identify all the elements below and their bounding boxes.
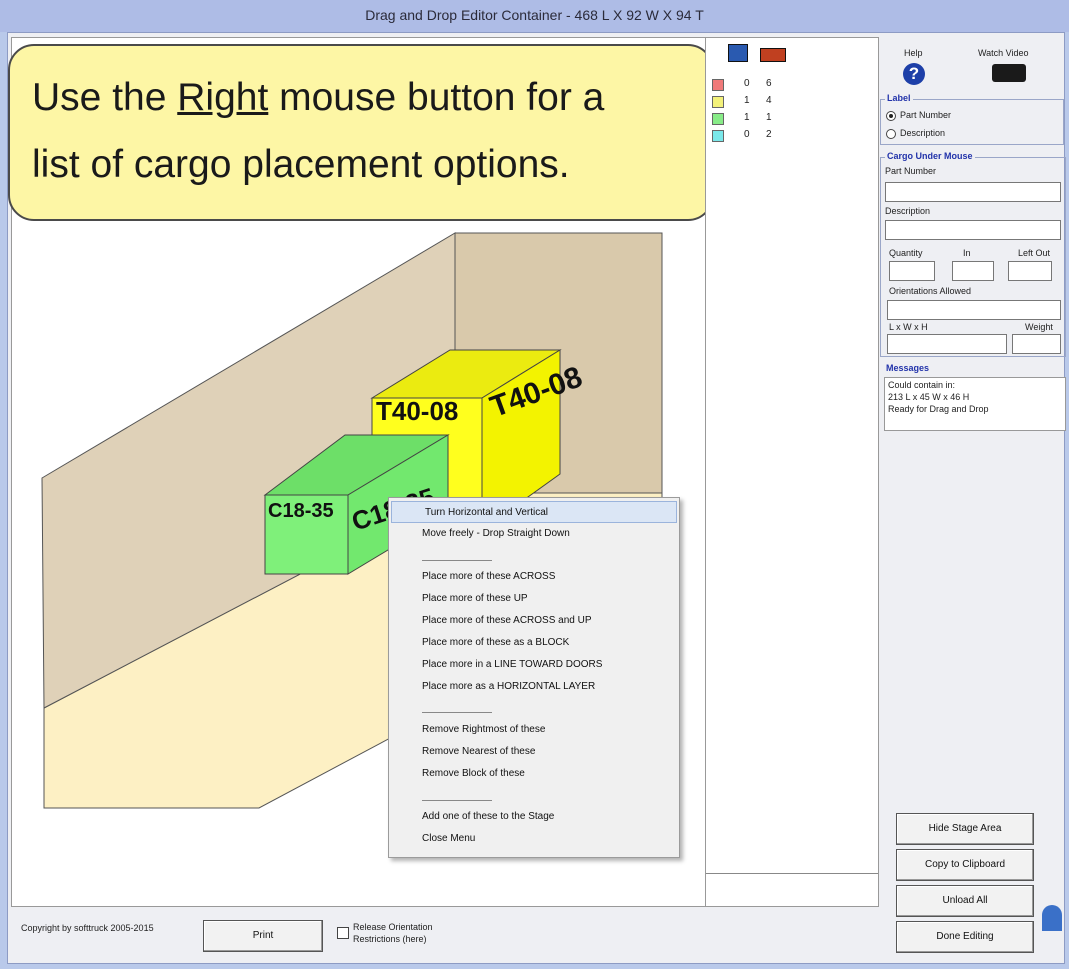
undo-arrow-icon[interactable] bbox=[1042, 905, 1062, 931]
menu-item-close[interactable]: Close Menu bbox=[389, 828, 679, 850]
weight-field[interactable] bbox=[1012, 334, 1061, 354]
list-col-b: 6 bbox=[766, 78, 772, 89]
callout-text: mouse button for a bbox=[268, 76, 605, 119]
menu-item-line-doors[interactable]: Place more in a LINE TOWARD DOORS bbox=[389, 654, 679, 676]
color-swatch bbox=[712, 113, 724, 125]
list-col-a: 1 bbox=[744, 112, 750, 123]
menu-item-add-stage[interactable]: Add one of these to the Stage bbox=[389, 806, 679, 828]
list-col-b: 2 bbox=[766, 129, 772, 140]
message-line: 213 L x 45 W x 46 H bbox=[888, 392, 970, 402]
unload-all-button[interactable]: Unload All bbox=[896, 885, 1034, 917]
menu-item-up[interactable]: Place more of these UP bbox=[389, 588, 679, 610]
messages-box: Could contain in: 213 L x 45 W x 46 H Re… bbox=[884, 377, 1066, 431]
video-camera-icon[interactable] bbox=[992, 64, 1026, 82]
orientations-label: Orientations Allowed bbox=[889, 286, 972, 296]
copy-to-clipboard-button[interactable]: Copy to Clipboard bbox=[896, 849, 1034, 881]
menu-item-block[interactable]: Place more of these as a BLOCK bbox=[389, 632, 679, 654]
menu-item-across[interactable]: Place more of these ACROSS bbox=[389, 566, 679, 588]
in-field[interactable] bbox=[952, 261, 994, 281]
menu-item-move-freely[interactable]: Move freely - Drop Straight Down bbox=[389, 523, 679, 545]
menu-item-remove-block[interactable]: Remove Block of these bbox=[389, 763, 679, 785]
messages-title: Messages bbox=[886, 363, 930, 373]
color-swatch bbox=[712, 130, 724, 142]
bottom-bar: Copyright by softtruck 2005-2015 Print R… bbox=[11, 907, 877, 959]
left-out-label: Left Out bbox=[1018, 248, 1051, 258]
list-col-a: 1 bbox=[744, 95, 750, 106]
message-line: Ready for Drag and Drop bbox=[888, 404, 989, 414]
label-group: Label Part Number Description bbox=[880, 93, 1064, 145]
description-label: Description bbox=[885, 206, 931, 216]
list-header bbox=[728, 44, 788, 64]
release-orientation-label-1: Release Orientation bbox=[353, 922, 433, 932]
left-out-field[interactable] bbox=[1008, 261, 1052, 281]
hide-stage-area-button[interactable]: Hide Stage Area bbox=[896, 813, 1034, 845]
menu-item-turn[interactable]: Turn Horizontal and Vertical bbox=[391, 501, 677, 523]
list-col-b: 1 bbox=[766, 112, 772, 123]
list-item[interactable]: 02 bbox=[712, 127, 872, 145]
instruction-callout: Use the Right mouse button for a list of… bbox=[8, 44, 714, 221]
release-orientation-label-2: Restrictions (here) bbox=[353, 934, 427, 944]
list-divider bbox=[706, 873, 878, 874]
lwh-label: L x W x H bbox=[889, 322, 928, 332]
radio-description-label: Description bbox=[900, 128, 946, 138]
copyright-text: Copyright by softtruck 2005-2015 bbox=[21, 923, 154, 933]
release-orientation-checkbox[interactable] bbox=[337, 927, 349, 939]
color-swatch bbox=[712, 96, 724, 108]
callout-text: Use the bbox=[32, 76, 178, 119]
part-number-field[interactable] bbox=[885, 182, 1061, 202]
cargo-stack-icon[interactable] bbox=[728, 44, 748, 62]
help-icon[interactable]: ? bbox=[903, 63, 925, 85]
list-col-a: 0 bbox=[744, 78, 750, 89]
cargo-under-mouse-group: Cargo Under Mouse Part Number Descriptio… bbox=[880, 151, 1066, 357]
in-label: In bbox=[963, 248, 971, 258]
window-title: Drag and Drop Editor Container - 468 L X… bbox=[0, 0, 1069, 32]
menu-item-remove-nearest[interactable]: Remove Nearest of these bbox=[389, 741, 679, 763]
part-number-label: Part Number bbox=[885, 166, 937, 176]
list-item[interactable]: 06 bbox=[712, 76, 872, 94]
menu-separator bbox=[422, 560, 492, 561]
weight-label: Weight bbox=[1025, 322, 1053, 332]
radio-part-number-label: Part Number bbox=[900, 110, 952, 120]
context-menu: Turn Horizontal and Vertical Move freely… bbox=[388, 497, 680, 858]
help-label: Help bbox=[904, 48, 923, 58]
callout-line-2: list of cargo placement options. bbox=[32, 143, 570, 186]
color-swatch bbox=[712, 79, 724, 91]
cargo-list-panel: 06 14 11 02 bbox=[705, 37, 879, 907]
cargo-row-icon[interactable] bbox=[760, 48, 786, 62]
list-item[interactable]: 11 bbox=[712, 110, 872, 128]
radio-description[interactable] bbox=[886, 129, 896, 139]
cargo-group-title: Cargo Under Mouse bbox=[885, 151, 975, 161]
green-box-front-label: C18-35 bbox=[268, 500, 334, 522]
list-col-a: 0 bbox=[744, 129, 750, 140]
label-group-title: Label bbox=[885, 93, 913, 103]
quantity-field[interactable] bbox=[889, 261, 935, 281]
callout-line-1: Use the Right mouse button for a bbox=[32, 76, 604, 120]
list-col-b: 4 bbox=[766, 95, 772, 106]
lwh-field[interactable] bbox=[887, 334, 1007, 354]
print-button[interactable]: Print bbox=[203, 920, 323, 952]
menu-separator bbox=[422, 800, 492, 801]
menu-item-across-up[interactable]: Place more of these ACROSS and UP bbox=[389, 610, 679, 632]
list-item[interactable]: 14 bbox=[712, 93, 872, 111]
callout-emphasis: Right bbox=[177, 76, 269, 119]
menu-item-horizontal-layer[interactable]: Place more as a HORIZONTAL LAYER bbox=[389, 676, 679, 698]
quantity-label: Quantity bbox=[889, 248, 923, 258]
radio-part-number[interactable] bbox=[886, 111, 896, 121]
menu-separator bbox=[422, 712, 492, 713]
right-panel: Help ? Watch Video Label Part Number Des… bbox=[878, 37, 1066, 962]
watch-video-label: Watch Video bbox=[978, 48, 1029, 58]
orientations-field[interactable] bbox=[887, 300, 1061, 320]
menu-item-remove-rightmost[interactable]: Remove Rightmost of these bbox=[389, 719, 679, 741]
description-field[interactable] bbox=[885, 220, 1061, 240]
yellow-box-front-label: T40-08 bbox=[376, 396, 459, 426]
done-editing-button[interactable]: Done Editing bbox=[896, 921, 1034, 953]
message-line: Could contain in: bbox=[888, 380, 956, 390]
